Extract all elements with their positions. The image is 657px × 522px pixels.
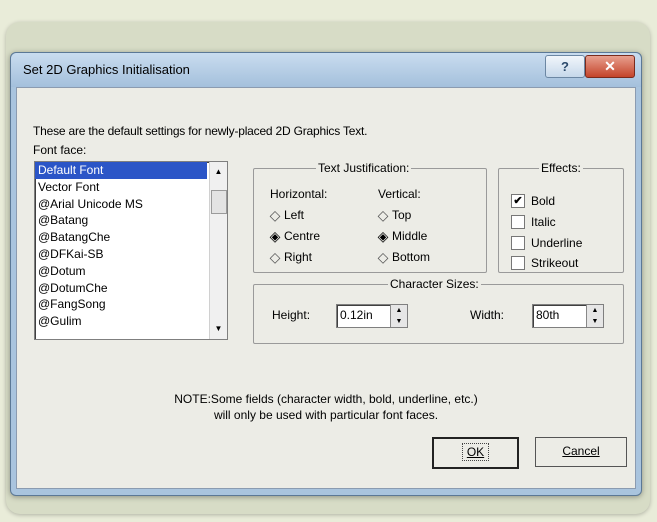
radio-horizontal-left[interactable]: ◇ Left bbox=[266, 207, 304, 223]
vertical-label: Vertical: bbox=[378, 187, 421, 201]
radio-unchecked-icon[interactable]: ◇ bbox=[266, 249, 284, 266]
radio-horizontal-right[interactable]: ◇ Right bbox=[266, 249, 312, 265]
underline-label: Underline bbox=[531, 236, 583, 250]
italic-check-box[interactable] bbox=[511, 215, 525, 229]
font-list-item[interactable]: @Dotum bbox=[35, 263, 227, 280]
spin-down-icon[interactable]: ▼ bbox=[587, 316, 603, 327]
note-line-1: NOTE:Some fields (character width, bold,… bbox=[174, 392, 478, 406]
spin-up-icon[interactable]: ▲ bbox=[587, 305, 603, 316]
radio-label: Bottom bbox=[392, 250, 431, 264]
scroll-thumb[interactable] bbox=[211, 190, 227, 214]
dialog-title: Set 2D Graphics Initialisation bbox=[23, 62, 190, 77]
radio-label: Top bbox=[392, 208, 412, 222]
bold-checkbox[interactable]: ✔ Bold bbox=[511, 193, 555, 209]
radio-checked-icon[interactable]: ◈ bbox=[266, 228, 284, 245]
strikeout-checkbox[interactable]: Strikeout bbox=[511, 255, 578, 271]
italic-label: Italic bbox=[531, 215, 556, 229]
radio-vertical-top[interactable]: ◇ Top bbox=[374, 207, 412, 224]
radio-unchecked-icon[interactable]: ◇ bbox=[374, 207, 392, 224]
font-face-label: Font face: bbox=[33, 143, 87, 157]
height-label: Height: bbox=[272, 308, 311, 322]
width-spin-buttons[interactable]: ▲ ▼ bbox=[586, 305, 603, 327]
radio-label: Right bbox=[284, 250, 313, 264]
radio-label: Centre bbox=[284, 229, 321, 243]
width-value[interactable]: 80th bbox=[536, 308, 559, 322]
height-value[interactable]: 0.12in bbox=[340, 308, 373, 322]
effects-group: Effects: ✔ Bold Italic Underline Strikeo… bbox=[498, 161, 624, 273]
character-sizes-group: Character Sizes: Height: 0.12in ▲ ▼ Widt… bbox=[253, 277, 624, 344]
strikeout-check-box[interactable] bbox=[511, 256, 525, 270]
italic-checkbox[interactable]: Italic bbox=[511, 214, 556, 230]
help-button[interactable]: ? bbox=[545, 55, 585, 78]
font-face-listbox[interactable]: Default Font Vector Font @Arial Unicode MS… bbox=[34, 161, 228, 340]
cancel-button[interactable]: Cancel bbox=[535, 437, 627, 467]
title-bar[interactable]: Set 2D Graphics Initialisation ? ✕ bbox=[11, 53, 641, 87]
width-label: Width: bbox=[470, 308, 505, 322]
text-justification-title: Text Justification: bbox=[316, 161, 412, 175]
font-list-item[interactable]: @DotumChe bbox=[35, 280, 227, 297]
font-list-item[interactable]: Default Font bbox=[35, 162, 207, 179]
scroll-up-icon[interactable]: ▲ bbox=[210, 164, 227, 180]
radio-checked-icon[interactable]: ◈ bbox=[374, 228, 392, 245]
height-spinner[interactable]: 0.12in ▲ ▼ bbox=[336, 304, 408, 328]
radio-vertical-middle[interactable]: ◈ Middle bbox=[374, 228, 428, 245]
close-button[interactable]: ✕ bbox=[585, 55, 635, 78]
font-list-scrollbar[interactable]: ▲ ▼ bbox=[209, 162, 227, 339]
radio-unchecked-icon[interactable]: ◇ bbox=[266, 207, 284, 224]
font-list-item[interactable]: @FangSong bbox=[35, 296, 227, 313]
dialog-client-area: These are the default settings for newly… bbox=[16, 87, 636, 489]
radio-horizontal-centre[interactable]: ◈ Centre bbox=[266, 228, 320, 244]
effects-title: Effects: bbox=[539, 161, 583, 175]
font-list-item[interactable]: Vector Font bbox=[35, 179, 227, 196]
horizontal-label: Horizontal: bbox=[270, 187, 328, 201]
strikeout-label: Strikeout bbox=[531, 256, 579, 270]
width-spinner[interactable]: 80th ▲ ▼ bbox=[532, 304, 604, 328]
ok-button[interactable]: OK bbox=[432, 437, 519, 469]
scroll-down-icon[interactable]: ▼ bbox=[210, 321, 227, 337]
note-line-2: will only be used with particular font f… bbox=[213, 408, 439, 422]
bold-check-box[interactable]: ✔ bbox=[511, 194, 525, 208]
ok-label: OK bbox=[461, 443, 490, 461]
radio-vertical-bottom[interactable]: ◇ Bottom bbox=[374, 249, 430, 265]
underline-check-box[interactable] bbox=[511, 236, 525, 250]
radio-label: Left bbox=[284, 208, 305, 222]
dialog-window: Set 2D Graphics Initialisation ? ✕ These… bbox=[10, 52, 642, 496]
radio-unchecked-icon[interactable]: ◇ bbox=[374, 249, 392, 266]
radio-label: Middle bbox=[392, 229, 428, 243]
intro-text: These are the default settings for newly… bbox=[33, 124, 368, 138]
height-spin-buttons[interactable]: ▲ ▼ bbox=[390, 305, 407, 327]
font-list-item[interactable]: @Gulim bbox=[35, 313, 227, 330]
cancel-label: Cancel bbox=[562, 444, 600, 458]
underline-checkbox[interactable]: Underline bbox=[511, 235, 582, 251]
font-list-item[interactable]: @Arial Unicode MS bbox=[35, 196, 227, 213]
text-justification-group: Text Justification: Horizontal: Vertical… bbox=[253, 161, 487, 273]
font-list-item[interactable]: @DFKai-SB bbox=[35, 246, 227, 263]
spin-up-icon[interactable]: ▲ bbox=[391, 305, 407, 316]
font-list-item[interactable]: @BatangChe bbox=[35, 229, 227, 246]
font-list-item[interactable]: @Batang bbox=[35, 212, 227, 229]
character-sizes-title: Character Sizes: bbox=[388, 277, 481, 291]
spin-down-icon[interactable]: ▼ bbox=[391, 316, 407, 327]
bold-label: Bold bbox=[531, 194, 556, 208]
